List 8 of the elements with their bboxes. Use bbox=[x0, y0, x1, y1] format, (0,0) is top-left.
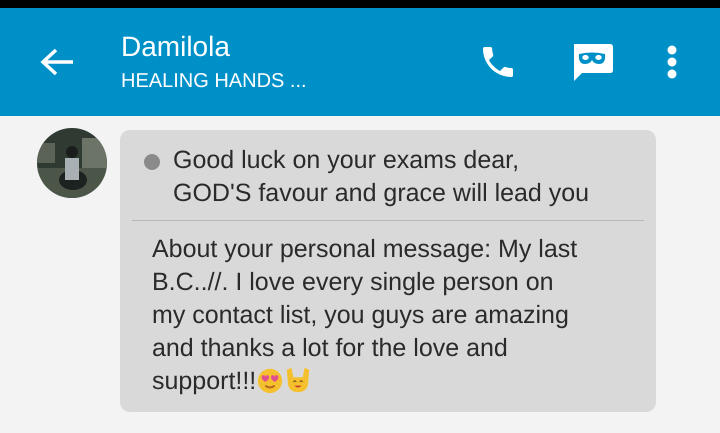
status-text: Good luck on your exams dear, GOD'S favour and grace will lead you bbox=[173, 145, 590, 209]
heart-eyes-emoji-icon bbox=[256, 366, 284, 394]
contact-status: HEALING HANDS ... bbox=[121, 69, 307, 93]
more-options-icon[interactable] bbox=[667, 45, 677, 79]
message-text: About your personal message: My last B.C..//. I love every single person on my contact list, you guys are amazing and thanks a lot for the love and support!!! bbox=[152, 234, 578, 397]
back-arrow-icon[interactable] bbox=[40, 47, 74, 77]
contact-name: Damilola bbox=[121, 31, 230, 63]
bullet-icon bbox=[144, 154, 160, 170]
